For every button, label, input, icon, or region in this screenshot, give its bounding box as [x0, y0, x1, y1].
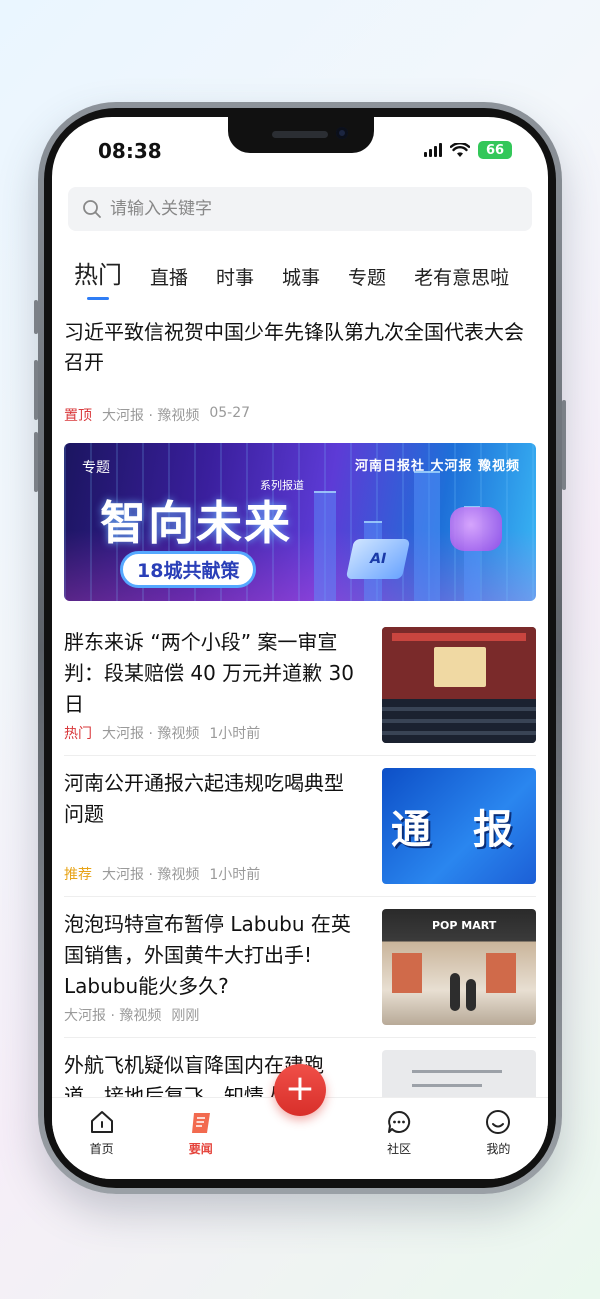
search-icon	[83, 200, 101, 218]
status-time: 08:38	[98, 139, 162, 163]
tab-current-affairs[interactable]: 时事	[216, 263, 254, 300]
news-text: 胖东来诉 “两个小段” 案一审宣判：段某赔偿 40 万元并道歉 30日 热门 大…	[64, 627, 360, 743]
battery-indicator: 66	[478, 141, 512, 159]
news-item[interactable]: 胖东来诉 “两个小段” 案一审宣判：段某赔偿 40 万元并道歉 30日 热门 大…	[64, 615, 536, 755]
tab-city[interactable]: 城事	[282, 263, 320, 300]
nav-news[interactable]: 要闻	[166, 1108, 236, 1157]
nav-home[interactable]: 首页	[67, 1108, 137, 1157]
nav-profile[interactable]: 我的	[463, 1108, 533, 1157]
news-icon	[187, 1108, 215, 1136]
news-thumbnail: 通 报	[382, 768, 536, 884]
banner-building	[314, 491, 336, 601]
story-time: 05-27	[209, 405, 251, 421]
news-thumbnail	[382, 627, 536, 743]
story-source: 大河报 · 豫视频	[102, 408, 200, 424]
home-icon	[88, 1108, 116, 1136]
banner-building	[414, 471, 440, 601]
news-meta: 推荐 大河报 · 豫视频 1小时前	[64, 864, 360, 884]
volume-down-button	[34, 432, 38, 492]
wifi-icon	[450, 142, 470, 157]
nav-label: 首页	[89, 1142, 114, 1156]
news-title: 河南公开通报六起违规吃喝典型问题	[64, 771, 344, 826]
banner-logos: 河南日报社 大河报 豫视频	[354, 459, 520, 474]
top-story-meta: 置顶 大河报 · 豫视频 05-27	[64, 405, 536, 425]
news-source: 大河报 · 豫视频	[64, 1008, 162, 1024]
tab-fun[interactable]: 老有意思啦	[414, 263, 509, 300]
news-meta: 大河报 · 豫视频 刚刚	[64, 1005, 360, 1025]
pinned-tag: 置顶	[64, 408, 92, 424]
mute-button	[34, 300, 38, 334]
front-camera	[336, 127, 348, 139]
news-item[interactable]: 泡泡玛特宣布暂停 Labubu 在英国销售，外国黄牛大打出手! Labubu能火…	[64, 897, 536, 1037]
tab-hot[interactable]: 热门	[74, 255, 122, 300]
news-text: 泡泡玛特宣布暂停 Labubu 在英国销售，外国黄牛大打出手! Labubu能火…	[64, 909, 360, 1025]
news-thumbnail: POP MART	[382, 909, 536, 1025]
news-title: 泡泡玛特宣布暂停 Labubu 在英国销售，外国黄牛大打出手! Labubu能火…	[64, 912, 351, 998]
search-input[interactable]	[110, 199, 510, 219]
news-source: 大河报 · 豫视频	[102, 726, 200, 742]
news-time: 1小时前	[209, 867, 261, 883]
category-tabs: 热门 直播 时事 城事 专题 老有意思啦	[74, 255, 537, 300]
bottom-navigation: + 首页 要闻 社区 我的	[52, 1064, 548, 1179]
speaker-grille	[272, 131, 328, 138]
recommend-tag: 推荐	[64, 867, 92, 883]
chat-icon	[385, 1108, 413, 1136]
nav-community[interactable]: 社区	[364, 1108, 434, 1157]
status-icons: 66	[424, 141, 512, 159]
heart-icon	[450, 507, 502, 551]
publish-button[interactable]: +	[274, 1064, 326, 1116]
power-button	[562, 400, 566, 490]
news-time: 1小时前	[209, 726, 261, 742]
profile-icon	[484, 1108, 512, 1136]
tab-topics[interactable]: 专题	[348, 263, 386, 300]
news-source: 大河报 · 豫视频	[102, 867, 200, 883]
news-feed: 习近平致信祝贺中国少年先锋队第九次全国代表大会召开 置顶 大河报 · 豫视频 0…	[64, 313, 536, 1178]
phone-screen: 08:38 66 热门 直播 时事 城事 专题 老有意思啦 习近平致信祝贺中国少…	[52, 117, 548, 1179]
news-text: 河南公开通报六起违规吃喝典型问题 推荐 大河报 · 豫视频 1小时前	[64, 768, 360, 884]
banner-title: 智向未来	[100, 496, 292, 550]
banner-subtitle: 18城共献策	[120, 551, 257, 588]
top-story-title: 习近平致信祝贺中国少年先锋队第九次全国代表大会召开	[64, 320, 524, 374]
thumbnail-text: 通 报	[391, 806, 527, 853]
news-title: 胖东来诉 “两个小段” 案一审宣判：段某赔偿 40 万元并道歉 30日	[64, 630, 354, 716]
tab-live[interactable]: 直播	[150, 263, 188, 300]
thumbnail-text: POP MART	[432, 919, 497, 932]
topic-banner[interactable]: 专题 系列报道 河南日报社 大河报 豫视频 智向未来 18城共献策 AI	[64, 443, 536, 601]
news-time: 刚刚	[171, 1008, 200, 1024]
nav-label: 我的	[486, 1142, 511, 1156]
volume-up-button	[34, 360, 38, 420]
notch	[228, 117, 374, 153]
search-bar[interactable]	[68, 187, 532, 231]
banner-kicker: 专题	[82, 460, 110, 476]
ai-chip-icon: AI	[345, 539, 411, 579]
hot-tag: 热门	[64, 726, 92, 742]
news-meta: 热门 大河报 · 豫视频 1小时前	[64, 723, 360, 743]
cellular-signal-icon	[424, 143, 442, 157]
top-story[interactable]: 习近平致信祝贺中国少年先锋队第九次全国代表大会召开 置顶 大河报 · 豫视频 0…	[64, 313, 536, 425]
nav-label: 社区	[387, 1142, 412, 1156]
nav-label: 要闻	[188, 1142, 213, 1156]
news-item[interactable]: 河南公开通报六起违规吃喝典型问题 推荐 大河报 · 豫视频 1小时前 通 报	[64, 756, 536, 896]
